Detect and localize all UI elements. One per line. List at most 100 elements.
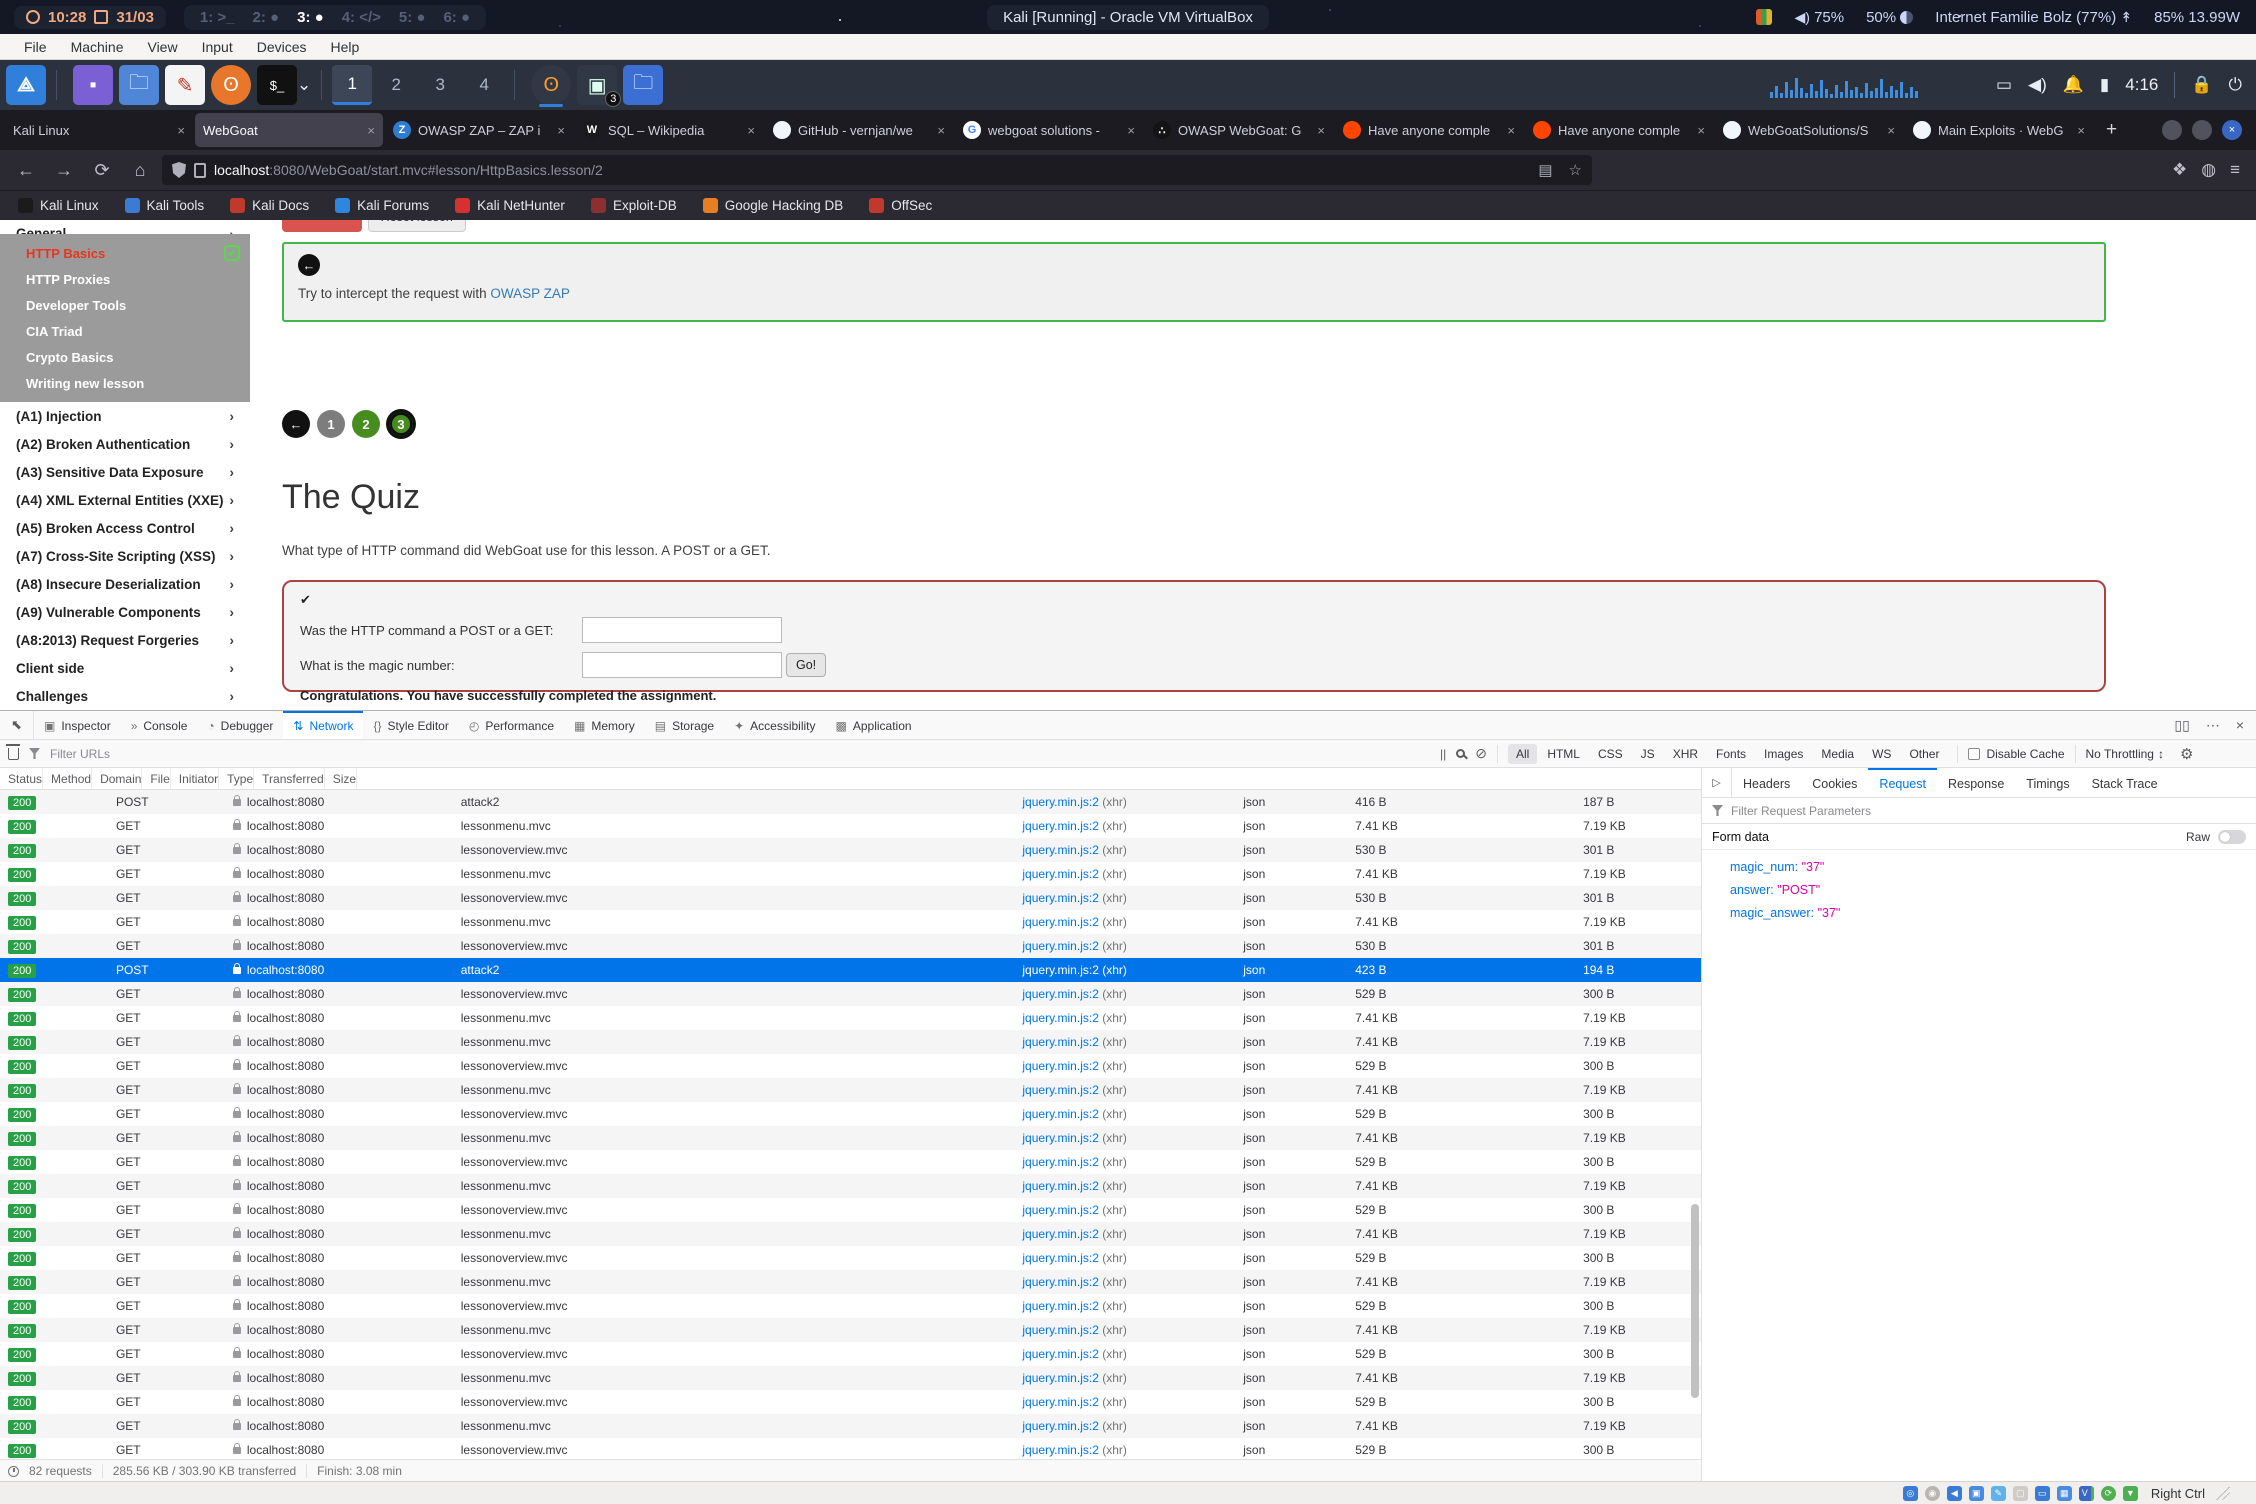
sidebar-category[interactable]: (A7) Cross-Site Scripting (XSS) › [0,542,250,570]
sidebar-lesson-item[interactable]: HTTP Basics ✔ [0,240,250,266]
browser-tab[interactable]: WebGoatSolutions/S × [1715,113,1903,147]
previous-hint-icon[interactable]: ← [298,254,320,276]
bookmark-item[interactable]: Kali Forums [335,198,429,213]
tab-close-icon[interactable]: × [1317,123,1325,138]
tab-close-icon[interactable]: × [1127,123,1135,138]
devtools-tab[interactable]: ◴ Performance [459,711,564,739]
virtualbox-menu-item[interactable]: Help [321,37,370,57]
bookmark-item[interactable]: OffSec [869,198,932,213]
virtualbox-menu-item[interactable]: File [14,37,57,57]
tab-close-icon[interactable]: × [937,123,945,138]
account-icon[interactable]: ◍ [2201,160,2216,180]
host-workspace-item[interactable]: 5: ● [399,9,426,26]
back-button[interactable]: ← [10,160,42,181]
detail-tab[interactable]: Stack Trace [2081,768,2169,797]
lock-screen-icon[interactable]: 🔒 [2191,75,2212,95]
host-workspace-item[interactable]: 1: >_ [200,9,235,26]
terminal-launcher-icon[interactable]: $_ [257,65,297,105]
launcher-dropdown-caret[interactable]: ⌄ [297,75,311,95]
request-row[interactable]: 200 GET localhost:8080 lessonmenu.mvc jq… [0,1174,1701,1198]
initiator-link[interactable]: jquery.min.js:2 [1022,1179,1098,1193]
sidebar-category[interactable]: Client side › [0,654,250,682]
disable-cache-checkbox[interactable] [1968,748,1980,760]
file-manager-icon[interactable]: 🗀 [119,65,159,105]
devtools-tab[interactable]: ▣ Inspector [34,711,121,739]
kali-workspace-number[interactable]: 1 [332,65,372,105]
type-filter-button[interactable]: Other [1901,744,1947,764]
initiator-link[interactable]: jquery.min.js:2 [1022,843,1098,857]
form-data-param[interactable]: magic_num: "37" [1730,860,2256,874]
column-header[interactable]: Method [43,768,92,789]
initiator-link[interactable]: jquery.min.js:2 [1022,1227,1098,1241]
devtools-tab[interactable]: {} Style Editor [363,711,458,739]
devtools-tab[interactable]: ▩ Application [826,711,922,739]
type-filter-button[interactable]: Media [1813,744,1862,764]
audio-tray-icon[interactable]: ◀) [2028,75,2047,95]
detail-tab[interactable]: Cookies [1801,768,1868,797]
virtualbox-menu-item[interactable]: Devices [247,37,317,57]
sidebar-category[interactable]: Challenges › [0,682,250,710]
column-header[interactable]: Type [219,768,254,789]
vm-features-icon[interactable]: V [2079,1486,2094,1501]
display-icon[interactable]: ▭ [2035,1486,2050,1501]
host-workspace-item[interactable]: 2: ● [253,9,280,26]
tab-close-icon[interactable]: × [1697,123,1705,138]
type-filter-button[interactable]: CSS [1590,744,1631,764]
sidebar-lesson-item[interactable]: HTTP Proxies ✔ [0,266,250,292]
request-row[interactable]: 200 GET localhost:8080 lessonmenu.mvc jq… [0,910,1701,934]
initiator-link[interactable]: jquery.min.js:2 [1022,1443,1098,1457]
search-icon[interactable] [1456,749,1465,758]
filter-request-parameters-input[interactable] [1731,804,2246,818]
request-row[interactable]: 200 GET localhost:8080 lessonoverview.mv… [0,1246,1701,1270]
request-row[interactable]: 200 POST localhost:8080 attack2 jquery.m… [0,958,1701,982]
request-row[interactable]: 200 GET localhost:8080 lessonmenu.mvc jq… [0,1126,1701,1150]
page-number-button[interactable]: 1 [317,410,345,438]
devtools-tab[interactable]: ⇅ Network [283,711,363,739]
request-row[interactable]: 200 GET localhost:8080 lessonmenu.mvc jq… [0,1006,1701,1030]
initiator-link[interactable]: jquery.min.js:2 [1022,1035,1098,1049]
host-workspace-item[interactable]: 3: ● [297,9,324,26]
initiator-link[interactable]: jquery.min.js:2 [1022,1083,1098,1097]
initiator-link[interactable]: jquery.min.js:2 [1022,915,1098,929]
browser-tab[interactable]: Z OWASP ZAP – ZAP i × [385,113,573,147]
reload-button[interactable]: ⟳ [86,160,118,181]
expand-panel-icon[interactable]: ▷ [1702,768,1732,797]
hamburger-menu-icon[interactable]: ≡ [2230,160,2240,180]
mouse-integration-icon[interactable]: ⟳ [2101,1486,2116,1501]
initiator-link[interactable]: jquery.min.js:2 [1022,891,1098,905]
notifications-bell-icon[interactable]: 🔔 [2063,75,2084,95]
initiator-link[interactable]: jquery.min.js:2 [1022,1347,1098,1361]
initiator-link[interactable]: jquery.min.js:2 [1022,819,1098,833]
responsive-design-icon[interactable]: ▯▯ [2174,717,2189,734]
tab-close-icon[interactable]: × [747,123,755,138]
cpu-graph-widget[interactable] [1770,72,1980,98]
devtools-tab[interactable]: ◔ Debugger [197,711,283,739]
request-row[interactable]: 200 GET localhost:8080 lessonmenu.mvc jq… [0,862,1701,886]
reset-lesson-button[interactable]: Reset lesson [368,220,466,232]
sidebar-lesson-item[interactable]: Writing new lesson ✔ [0,370,250,396]
type-filter-button[interactable]: HTML [1539,744,1588,764]
tab-close-icon[interactable]: × [1507,123,1515,138]
hdd-icon[interactable]: ◎ [1903,1486,1918,1501]
volume-status[interactable]: ◀) 75% [1794,9,1844,26]
browser-tab[interactable]: Have anyone comple × [1525,113,1713,147]
initiator-link[interactable]: jquery.min.js:2 [1022,963,1098,977]
clear-requests-icon[interactable] [8,748,19,760]
initiator-link[interactable]: jquery.min.js:2 [1022,795,1098,809]
request-row[interactable]: 200 GET localhost:8080 lessonoverview.mv… [0,1150,1701,1174]
network-settings-gear-icon[interactable]: ⚙ [2180,745,2193,763]
column-header[interactable]: Size [325,768,357,789]
bookmark-item[interactable]: Exploit-DB [591,198,677,213]
new-tab-button[interactable]: + [2094,119,2129,141]
initiator-link[interactable]: jquery.min.js:2 [1022,1251,1098,1265]
previous-page-icon[interactable]: ← [282,410,310,438]
devtools-tab[interactable]: ▤ Storage [645,711,724,739]
detail-tab[interactable]: Timings [2015,768,2080,797]
sidebar-category[interactable]: (A8:2013) Request Forgeries › [0,626,250,654]
initiator-link[interactable]: jquery.min.js:2 [1022,1275,1098,1289]
bookmark-item[interactable]: Google Hacking DB [703,198,844,213]
column-header[interactable]: File [142,768,170,789]
firefox-open-window-icon[interactable]: ʘ [531,65,571,105]
page-info-icon[interactable] [194,163,206,178]
bookmark-item[interactable]: Kali NetHunter [455,198,565,213]
